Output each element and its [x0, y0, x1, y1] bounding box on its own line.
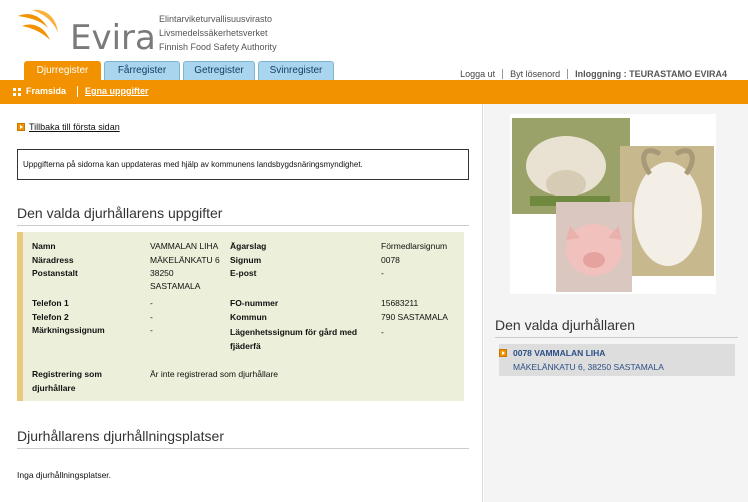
grid-dots-icon [13, 88, 21, 96]
label-marking: Märkningssignum [32, 325, 105, 335]
change-password-link[interactable]: Byt lösenord [502, 69, 567, 79]
animals-photo [510, 114, 716, 294]
agency-name-fi: Elintarviketurvallisuusvirasto [159, 14, 273, 24]
main-content: Tillbaka till första sidan Uppgifterna p… [0, 104, 483, 502]
label-registration-1: Registrering som [32, 369, 102, 379]
value-post-code: 38250 [150, 268, 174, 278]
section-title-locations: Djurhållarens djurhållningsplatser [17, 428, 469, 449]
empty-locations-text: Inga djurhållningsplatser. [17, 470, 112, 480]
value-marking: - [150, 325, 153, 335]
label-phone2: Telefon 2 [32, 312, 69, 322]
label-registration-2: djurhållare [32, 383, 76, 393]
agency-name-sv: Livsmedelssäkerhetsverket [159, 28, 268, 38]
holder-address: MÄKELÄNKATU 6, 38250 SASTAMALA [513, 362, 664, 372]
label-name: Namn [32, 241, 56, 251]
holder-name: VAMMALAN LIHA [534, 348, 606, 358]
logout-link[interactable]: Logga ut [453, 69, 502, 79]
side-panel: Den valda djurhållaren 0078 VAMMALAN LIH… [484, 104, 748, 502]
value-name: VAMMALAN LIHA [150, 241, 219, 251]
holder-name-link[interactable]: 0078 VAMMALAN LIHA [513, 348, 605, 358]
holder-info-box: Namn VAMMALAN LIHA Näradress MÄKELÄNKATU… [17, 232, 464, 401]
label-fo-number: FO-nummer [230, 298, 279, 308]
evira-logo[interactable]: Evira [10, 6, 156, 58]
login-info: Inloggning : TEURASTAMO EVIRA4 [567, 69, 734, 79]
back-link-label[interactable]: Tillbaka till första sidan [29, 122, 120, 132]
section-title-holder-info: Den valda djurhållarens uppgifter [17, 205, 469, 226]
header: Evira Elintarviketurvallisuusvirasto Liv… [0, 0, 748, 80]
value-owner-type: Förmedlarsignum [381, 241, 448, 251]
value-email: - [381, 268, 384, 278]
tab-djurregister[interactable]: Djurregister [24, 61, 101, 80]
tab-farregister[interactable]: Fårregister [104, 61, 180, 80]
side-title: Den valda djurhållaren [495, 317, 738, 338]
label-owner-type: Ägarslag [230, 241, 267, 251]
value-herd-signum: - [381, 327, 384, 337]
value-phone2: - [150, 312, 153, 322]
back-link[interactable]: Tillbaka till första sidan [17, 122, 120, 132]
value-phone1: - [150, 298, 153, 308]
nav-bar: Framsida Egna uppgifter [0, 80, 748, 104]
value-registration: Är inte registrerad som djurhållare [150, 369, 279, 379]
label-herd-signum-1: Lägenhetssignum för gård med [230, 327, 358, 337]
animals-collage-image [512, 118, 714, 292]
label-phone1: Telefon 1 [32, 298, 69, 308]
arrow-bullet-icon [17, 123, 25, 131]
nav-own-tasks-link[interactable]: Egna uppgifter [85, 86, 149, 96]
register-tabs: Djurregister Fårregister Getregister Svi… [24, 61, 337, 80]
value-post-city: SASTAMALA [150, 281, 201, 291]
label-signum: Signum [230, 255, 262, 265]
selected-holder-card[interactable]: 0078 VAMMALAN LIHA MÄKELÄNKATU 6, 38250 … [499, 344, 735, 376]
holder-id: 0078 [513, 348, 532, 358]
agency-name-en: Finnish Food Safety Authority [159, 42, 277, 52]
label-address: Näradress [32, 255, 74, 265]
value-fo-number: 15683211 [381, 298, 419, 308]
label-herd-signum-2: fjäderfä [230, 341, 261, 351]
value-municipality: 790 SASTAMALA [381, 312, 448, 322]
info-notice: Uppgifterna på sidorna kan uppdateras me… [17, 149, 469, 180]
value-address: MÄKELÄNKATU 6 [150, 255, 220, 265]
logo-text: Evira [70, 18, 156, 58]
agency-names: Elintarviketurvallisuusvirasto Livsmedel… [159, 12, 277, 54]
evira-logo-icon [18, 9, 58, 40]
label-post: Postanstalt [32, 268, 78, 278]
nav-home-link[interactable]: Framsida [26, 86, 66, 96]
value-signum: 0078 [381, 255, 400, 265]
nav-divider [77, 86, 78, 97]
arrow-bullet-icon [499, 349, 507, 357]
tab-getregister[interactable]: Getregister [183, 61, 255, 80]
label-municipality: Kommun [230, 312, 267, 322]
top-links: Logga ut Byt lösenord Inloggning : TEURA… [453, 69, 734, 79]
label-email: E-post [230, 268, 257, 278]
tab-svinregister[interactable]: Svinregister [258, 61, 334, 80]
